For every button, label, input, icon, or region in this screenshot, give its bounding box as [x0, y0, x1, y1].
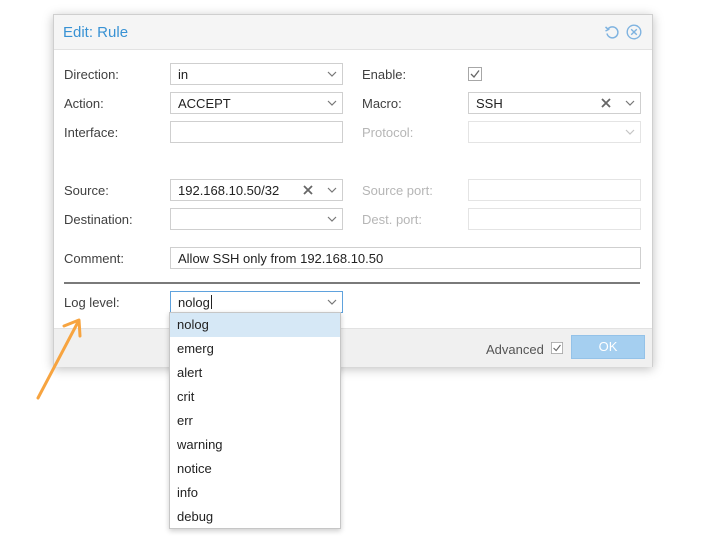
source-port-input	[468, 179, 641, 201]
clear-icon[interactable]	[302, 184, 314, 196]
log-option-crit[interactable]: crit	[170, 385, 340, 409]
source-label: Source:	[64, 183, 109, 198]
protocol-select	[468, 121, 641, 143]
source-port-label: Source port:	[362, 183, 433, 198]
comment-label: Comment:	[64, 251, 124, 266]
direction-select[interactable]: in	[170, 63, 343, 85]
enable-checkbox[interactable]	[468, 67, 482, 81]
log-level-dropdown: nolog emerg alert crit err warning notic…	[169, 312, 341, 529]
log-option-notice[interactable]: notice	[170, 457, 340, 481]
advanced-label: Advanced	[486, 342, 544, 357]
dialog-header: Edit: Rule	[54, 15, 652, 50]
destination-label: Destination:	[64, 212, 133, 227]
reset-icon[interactable]	[604, 24, 620, 40]
text-cursor	[210, 295, 212, 309]
edit-rule-dialog: Edit: Rule Direction: in Enable: Action:…	[53, 14, 653, 367]
log-option-debug[interactable]: debug	[170, 505, 340, 529]
macro-select[interactable]: SSH	[468, 92, 641, 114]
macro-label: Macro:	[362, 96, 402, 111]
advanced-checkbox[interactable]	[551, 342, 563, 354]
chevron-down-icon[interactable]	[327, 214, 337, 224]
dialog-title: Edit: Rule	[63, 24, 129, 41]
log-level-label: Log level:	[64, 295, 120, 310]
destination-select[interactable]	[170, 208, 343, 230]
comment-input[interactable]: Allow SSH only from 192.168.10.50	[170, 247, 641, 269]
source-value: 192.168.10.50/32	[178, 183, 280, 198]
log-level-value: nolog	[178, 295, 212, 310]
protocol-label: Protocol:	[362, 125, 414, 140]
log-option-alert[interactable]: alert	[170, 361, 340, 385]
close-icon[interactable]	[626, 24, 642, 40]
log-level-select[interactable]: nolog	[170, 291, 343, 313]
log-option-nolog[interactable]: nolog	[170, 313, 340, 337]
direction-label: Direction:	[64, 67, 119, 82]
chevron-down-icon[interactable]	[327, 297, 337, 307]
annotation-arrow-icon	[36, 318, 82, 400]
log-option-err[interactable]: err	[170, 409, 340, 433]
log-option-info[interactable]: info	[170, 481, 340, 505]
chevron-down-icon[interactable]	[327, 98, 337, 108]
enable-label: Enable:	[362, 67, 407, 82]
action-label: Action:	[64, 96, 104, 111]
chevron-down-icon[interactable]	[327, 69, 337, 79]
chevron-down-icon[interactable]	[327, 185, 337, 195]
log-level-text: nolog	[178, 295, 210, 310]
advanced-separator	[64, 282, 640, 284]
action-value: ACCEPT	[178, 96, 231, 111]
chevron-down-icon	[625, 129, 635, 135]
log-option-emerg[interactable]: emerg	[170, 337, 340, 361]
dest-port-label: Dest. port:	[362, 212, 422, 227]
comment-value: Allow SSH only from 192.168.10.50	[178, 251, 384, 266]
dest-port-input	[468, 208, 641, 230]
interface-input[interactable]	[170, 121, 343, 143]
macro-value: SSH	[476, 96, 503, 111]
log-option-warning[interactable]: warning	[170, 433, 340, 457]
dialog-footer: Advanced OK	[54, 328, 652, 367]
direction-value: in	[178, 67, 189, 82]
clear-icon[interactable]	[600, 97, 612, 109]
action-select[interactable]: ACCEPT	[170, 92, 343, 114]
ok-button[interactable]: OK	[571, 335, 645, 359]
chevron-down-icon[interactable]	[625, 98, 635, 108]
interface-label: Interface:	[64, 125, 119, 140]
source-select[interactable]: 192.168.10.50/32	[170, 179, 343, 201]
